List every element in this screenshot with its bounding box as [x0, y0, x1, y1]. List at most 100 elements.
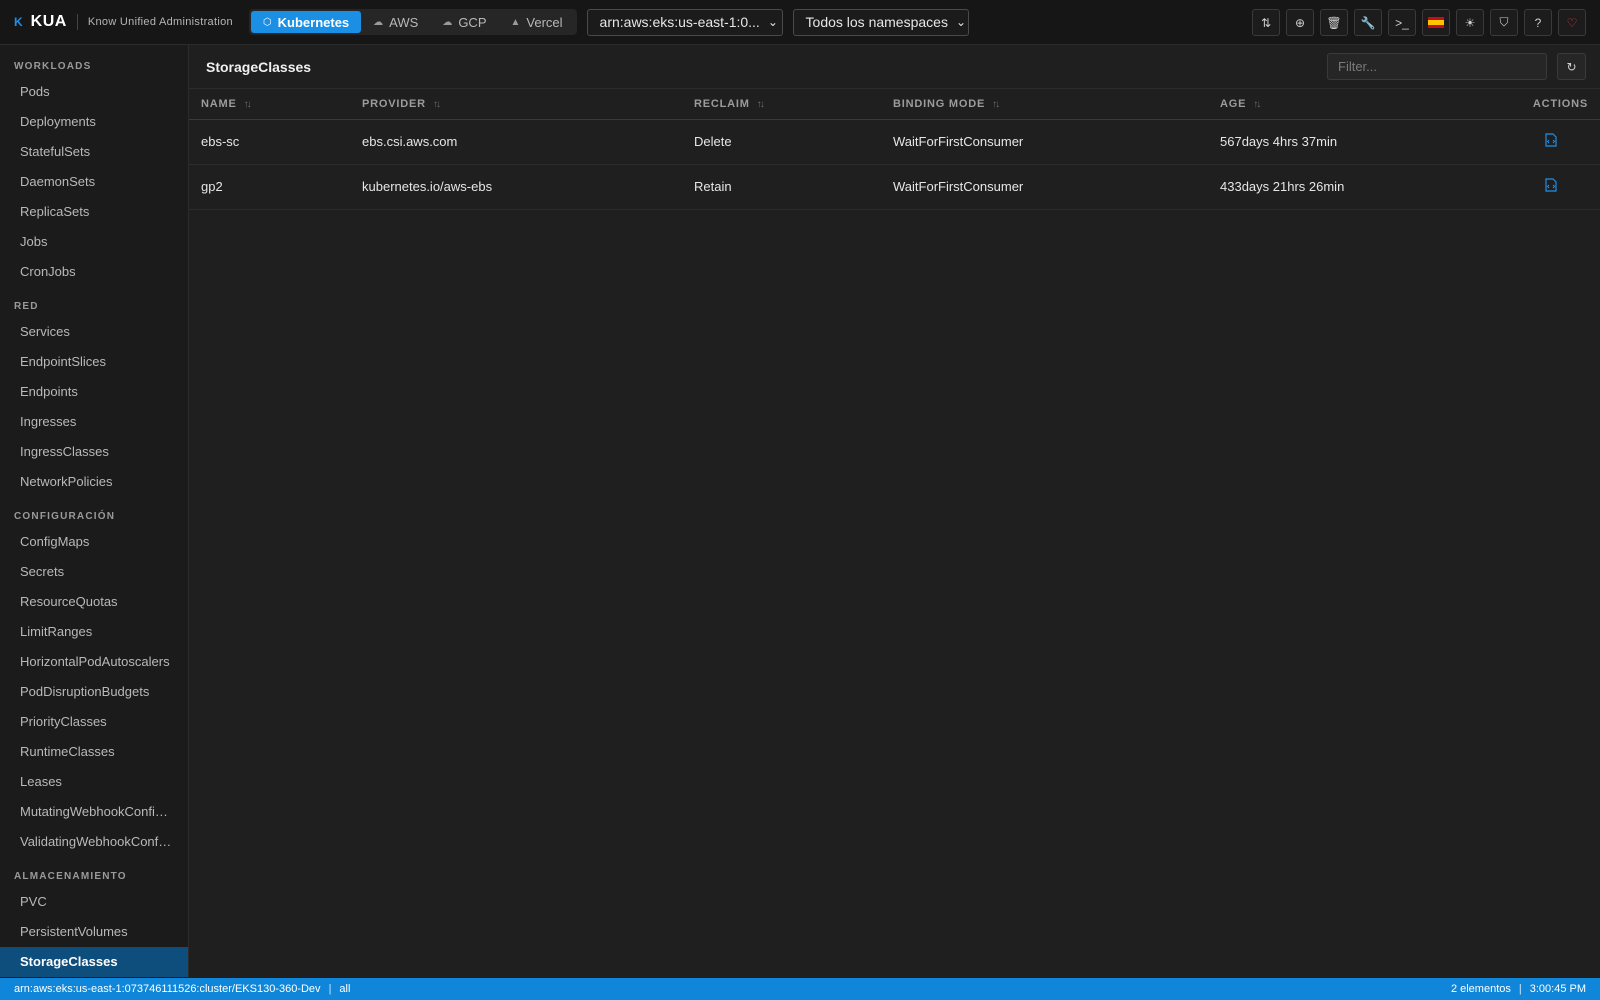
cell-age: 567days 4hrs 37min	[1208, 119, 1440, 165]
sidebar-item-replicasets[interactable]: ReplicaSets	[0, 197, 188, 227]
refresh-icon: ↻	[1566, 59, 1577, 74]
tab-label: GCP	[458, 14, 487, 30]
sort-icon[interactable]: ↑↓	[992, 99, 1000, 110]
cell-reclaim: Retain	[682, 164, 881, 210]
sidebar-item-ingressclasses[interactable]: IngressClasses	[0, 437, 188, 467]
cell-name: ebs-sc	[189, 119, 350, 165]
sidebar-item-poddisruptionbudgets[interactable]: PodDisruptionBudgets	[0, 677, 188, 707]
column-header-provisioner[interactable]: PROVIDER ↑↓	[350, 89, 682, 120]
view-yaml-icon[interactable]	[1545, 178, 1557, 195]
favorite-button[interactable]: ♡	[1558, 9, 1586, 36]
table-row[interactable]: gp2 kubernetes.io/aws-ebs Retain WaitFor…	[189, 164, 1600, 210]
cell-provisioner: kubernetes.io/aws-ebs	[350, 164, 682, 210]
tab-gcp[interactable]: ☁ GCP	[430, 11, 498, 33]
tab-vercel[interactable]: ▲ Vercel	[498, 11, 574, 33]
sun-icon: ☀	[1464, 15, 1476, 30]
sidebar-item-storageclasses[interactable]: StorageClasses	[0, 947, 188, 977]
trash-icon: 🗑	[1326, 15, 1342, 30]
sidebar-item-deployments[interactable]: Deployments	[0, 107, 188, 137]
help-icon: ?	[1534, 15, 1542, 30]
sidebar-item-endpointslices[interactable]: EndpointSlices	[0, 347, 188, 377]
tab-kubernetes[interactable]: ⬡ Kubernetes	[250, 11, 362, 33]
sidebar-item-priorityclasses[interactable]: PriorityClasses	[0, 707, 188, 737]
table-row[interactable]: ebs-sc ebs.csi.aws.com Delete WaitForFir…	[189, 119, 1600, 165]
heart-icon: ♡	[1566, 15, 1578, 30]
sidebar-item-networkpolicies[interactable]: NetworkPolicies	[0, 467, 188, 497]
sort-icon[interactable]: ↑↓	[757, 99, 765, 110]
brand: K KUA Know Unified Administration	[0, 0, 233, 45]
add-resource-button[interactable]: ⊕	[1286, 9, 1314, 36]
sidebar-item-pvc[interactable]: PVC	[0, 887, 188, 917]
section-title-red: RED	[14, 301, 39, 312]
status-divider: |	[1518, 983, 1522, 995]
toolbar: ⇅ ⊕ 🗑 🔧 >_ ☀ ⛉ ? ♡	[1252, 9, 1586, 36]
status-right: 2 elementos | 3:00:45 PM	[1451, 983, 1586, 995]
column-header-name[interactable]: NAME ↑↓	[189, 89, 350, 120]
help-button[interactable]: ?	[1524, 9, 1552, 36]
section-title-configuracion: CONFIGURACIÓN	[14, 511, 116, 522]
sidebar-item-limitranges[interactable]: LimitRanges	[0, 617, 188, 647]
tools-button[interactable]: 🔧	[1354, 9, 1382, 36]
storageclasses-table: NAME ↑↓ PROVIDER ↑↓ RECLAIM ↑↓ BINDING MODE…	[189, 89, 1600, 210]
language-button[interactable]	[1422, 9, 1450, 36]
sort-icon[interactable]: ↑↓	[244, 99, 252, 110]
tab-label: Kubernetes	[277, 14, 350, 30]
sidebar-item-mutatingwebhookconfigurations[interactable]: MutatingWebhookConfigurations	[0, 797, 188, 827]
content-header: StorageClasses ↻	[189, 45, 1600, 89]
cell-actions	[1440, 119, 1600, 165]
provider-tabs: ⬡ Kubernetes ☁ AWS ☁ GCP ▲ Vercel	[248, 9, 577, 35]
sidebar-item-pods[interactable]: Pods	[0, 77, 188, 107]
status-context: arn:aws:eks:us-east-1:073746111526:clust…	[14, 983, 321, 995]
theme-toggle-button[interactable]: ☀	[1456, 9, 1484, 36]
terminal-button[interactable]: >_	[1388, 9, 1416, 36]
sidebar-item-ingresses[interactable]: Ingresses	[0, 407, 188, 437]
status-divider: |	[328, 983, 332, 995]
wrench-icon: 🔧	[1360, 15, 1376, 30]
sort-icon[interactable]: ↑↓	[433, 99, 441, 110]
add-circle-icon: ⊕	[1294, 15, 1306, 30]
column-header-reclaim[interactable]: RECLAIM ↑↓	[682, 89, 881, 120]
section-title-workloads: WORKLOADS	[14, 61, 92, 72]
security-button[interactable]: ⛉	[1490, 9, 1518, 36]
sidebar-item-secrets[interactable]: Secrets	[0, 557, 188, 587]
port-forward-button[interactable]: ⇅	[1252, 9, 1280, 36]
namespace-select[interactable]: Todos los namespaces ⌄	[792, 8, 969, 36]
column-header-age[interactable]: AGE ↑↓	[1208, 89, 1440, 120]
sidebar-item-statefulsets[interactable]: StatefulSets	[0, 137, 188, 167]
column-header-actions: ACTIONS	[1440, 89, 1600, 120]
chevron-down-icon: ⌄	[767, 15, 778, 29]
sidebar-item-cronjobs[interactable]: CronJobs	[0, 257, 188, 287]
sidebar-item-leases[interactable]: Leases	[0, 767, 188, 797]
filter-input[interactable]	[1327, 53, 1547, 80]
view-yaml-icon[interactable]	[1545, 133, 1557, 150]
sidebar-item-horizontalpodautoscalers[interactable]: HorizontalPodAutoscalers	[0, 647, 188, 677]
sidebar-item-validatingwebhookconfigurations[interactable]: ValidatingWebhookConfigurations	[0, 827, 188, 857]
sidebar-item-services[interactable]: Services	[0, 317, 188, 347]
cluster-select-value: arn:aws:eks:us-east-1:0...	[599, 14, 760, 30]
namespace-select-value: Todos los namespaces	[805, 14, 948, 30]
cell-age: 433days 21hrs 26min	[1208, 164, 1440, 210]
sidebar-item-resourcequotas[interactable]: ResourceQuotas	[0, 587, 188, 617]
sidebar-item-runtimeclasses[interactable]: RuntimeClasses	[0, 737, 188, 767]
column-header-binding-mode[interactable]: BINDING MODE ↑↓	[881, 89, 1208, 120]
sidebar-item-daemonsets[interactable]: DaemonSets	[0, 167, 188, 197]
tab-aws[interactable]: ☁ AWS	[361, 11, 430, 33]
cluster-select[interactable]: arn:aws:eks:us-east-1:0... ⌄	[586, 8, 783, 36]
sort-icon[interactable]: ↑↓	[1253, 99, 1261, 110]
triangle-icon: ▲	[510, 16, 521, 28]
sidebar-item-endpoints[interactable]: Endpoints	[0, 377, 188, 407]
port-forward-icon: ⇅	[1260, 15, 1272, 30]
tab-label: AWS	[389, 14, 419, 30]
sidebar-item-persistentvolumes[interactable]: PersistentVolumes	[0, 917, 188, 947]
delete-button[interactable]: 🗑	[1320, 9, 1348, 36]
cloud-icon: ☁	[373, 16, 384, 28]
table-header-row: NAME ↑↓ PROVIDER ↑↓ RECLAIM ↑↓ BINDING MODE…	[189, 89, 1600, 120]
chevron-down-icon: ⌄	[955, 15, 967, 29]
brand-divider	[76, 14, 78, 30]
sidebar-item-configmaps[interactable]: ConfigMaps	[0, 527, 188, 557]
sidebar-item-jobs[interactable]: Jobs	[0, 227, 188, 257]
refresh-button[interactable]: ↻	[1557, 53, 1586, 80]
